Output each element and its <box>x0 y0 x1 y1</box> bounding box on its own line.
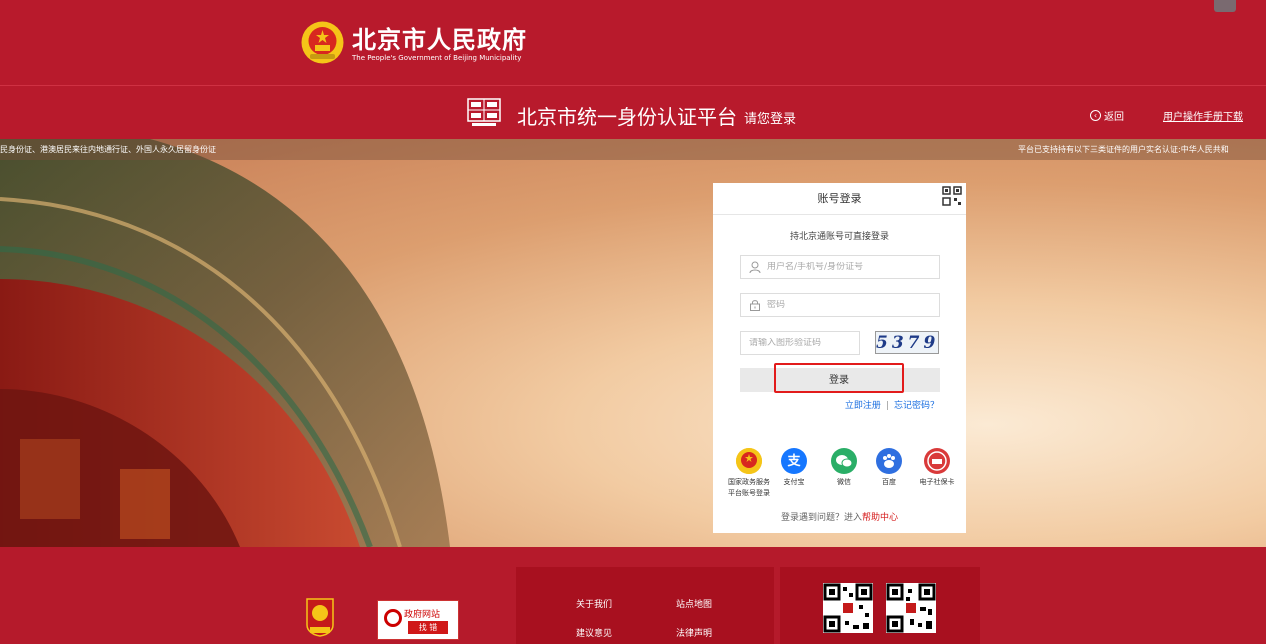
corner-toggle-button[interactable] <box>1214 0 1236 12</box>
username-input[interactable] <box>767 262 927 272</box>
gov-web-subtitle: 找 错 <box>408 621 448 634</box>
qr-code-image <box>823 583 873 633</box>
third-party-label: 电子社保卡 <box>919 478 955 486</box>
login-button[interactable]: 登录 <box>774 363 904 393</box>
help-prefix: 登录遇到问题？进入 <box>780 513 862 523</box>
footer-links-panel: 关于我们 站点地图 建议意见 法律声明 <box>516 567 774 644</box>
back-arrow-icon: ‹ <box>1090 110 1101 121</box>
back-link[interactable]: ‹ 返回 <box>1090 108 1124 123</box>
footer-link-feedback[interactable]: 建议意见 <box>576 626 612 639</box>
password-input[interactable] <box>767 300 927 310</box>
login-hint: 持北京通账号可直接登录 <box>789 232 889 242</box>
login-card: 账号登录 持北京通账号可直接登录 5379 登录 立即注册 | 忘记密码？ <box>713 183 966 533</box>
national-emblem-icon[interactable] <box>300 20 345 65</box>
third-party-label: 支付宝 <box>783 478 805 486</box>
national-emblem-icon <box>736 448 762 474</box>
lock-icon <box>750 300 760 311</box>
footer-link-sitemap[interactable]: 站点地图 <box>676 597 712 610</box>
alipay-icon: 支 <box>781 448 807 474</box>
government-title[interactable]: 北京市人民政府 <box>352 20 527 55</box>
account-links: 立即注册 | 忘记密码？ <box>713 398 939 411</box>
platform-subtitle: 请您登录 <box>744 112 797 127</box>
magnifier-icon <box>384 609 402 627</box>
third-party-wechat[interactable]: 微信 <box>829 448 859 488</box>
third-party-label-line2: 平台账号登录 <box>728 489 770 497</box>
third-party-label: 微信 <box>837 478 851 486</box>
footer-link-about[interactable]: 关于我们 <box>576 597 612 610</box>
third-party-alipay[interactable]: 支 支付宝 <box>779 448 809 488</box>
third-party-label: 百度 <box>882 478 896 486</box>
platform-bar: 北京市统一身份认证平台 请您登录 ‹ 返回 用户操作手册下载 <box>0 85 1266 139</box>
account-login-tab[interactable]: 账号登录 <box>713 183 966 215</box>
third-party-label-line1: 国家政务服务 <box>728 478 770 486</box>
gov-web-title: 政府网站 <box>404 610 441 620</box>
third-party-national[interactable]: 国家政务服务 平台账号登录 <box>723 448 775 499</box>
captcha-input[interactable] <box>749 338 849 348</box>
marquee-text-left: 民身份证、港澳居民来往内地通行证、外国人永久居留身份证 <box>0 145 216 154</box>
baidu-icon <box>876 448 902 474</box>
hero-banner: 民身份证、港澳居民来往内地通行证、外国人永久居留身份证 平台已支持持有以下三类证… <box>0 139 1266 547</box>
password-field[interactable] <box>740 293 940 317</box>
help-row: 登录遇到问题？进入帮助中心 <box>713 510 966 523</box>
marquee-text-right: 平台已支持持有以下三类证件的用户实名认证:中华人民共和 <box>1018 145 1229 154</box>
site-header: 北京市人民政府 The People's Government of Beiji… <box>0 0 1266 85</box>
footer-link-legal[interactable]: 法律声明 <box>676 626 712 639</box>
third-party-baidu[interactable]: 百度 <box>874 448 904 488</box>
wechat-icon <box>831 448 857 474</box>
manual-download-link[interactable]: 用户操作手册下载 <box>1163 108 1243 123</box>
captcha-image[interactable]: 5379 <box>875 331 939 354</box>
social-security-icon <box>924 448 950 474</box>
temple-of-heaven-image <box>0 139 450 547</box>
government-website-error-report[interactable]: 政府网站 找 错 <box>377 600 459 640</box>
notice-marquee: 民身份证、港澳居民来往内地通行证、外国人永久居留身份证 平台已支持持有以下三类证… <box>0 139 1266 160</box>
qr-code-image <box>886 583 936 633</box>
party-government-badge-icon[interactable] <box>305 597 335 637</box>
government-subtitle: The People's Government of Beijing Munic… <box>352 54 522 62</box>
help-center-link[interactable]: 帮助中心 <box>862 513 898 523</box>
link-separator: | <box>885 401 889 411</box>
site-footer: 政府网站 找 错 关于我们 站点地图 建议意见 法律声明 <box>0 547 1266 644</box>
user-icon <box>749 261 761 273</box>
forgot-password-link[interactable]: 忘记密码？ <box>894 401 939 411</box>
captcha-field[interactable] <box>740 331 860 355</box>
platform-title: 北京市统一身份认证平台 <box>517 105 737 129</box>
capital-seal-icon <box>467 98 501 126</box>
username-field[interactable] <box>740 255 940 279</box>
third-party-social-security[interactable]: 电子社保卡 <box>913 448 961 488</box>
back-link-label: 返回 <box>1104 112 1124 123</box>
register-link[interactable]: 立即注册 <box>845 401 881 411</box>
qr-code-toggle-icon[interactable] <box>942 186 962 206</box>
footer-qr-panel <box>780 567 980 644</box>
